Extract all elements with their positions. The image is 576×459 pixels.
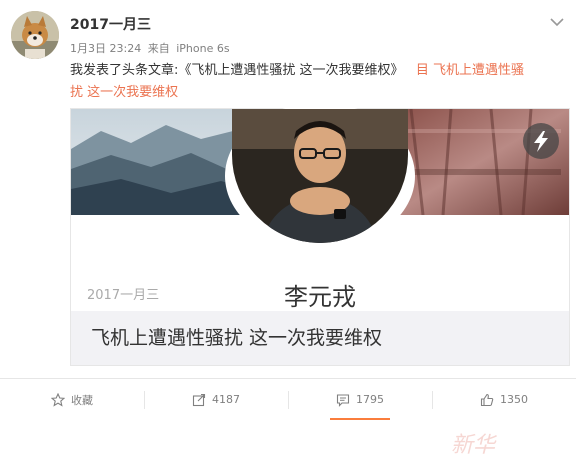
post-text: 我发表了头条文章:《飞机上遭遇性骚扰 这一次我要维权》 目 飞机上遭遇性骚扰 这… xyxy=(70,60,566,104)
favorite-label: 收藏 xyxy=(71,393,93,407)
source-prefix: 来自 xyxy=(147,42,170,55)
thumbs-up-icon xyxy=(480,393,494,406)
share-icon xyxy=(192,393,206,406)
article-card[interactable]: 李元戎 2017一月三 飞机上遭遇性骚扰 这一次我要维权 新华 xyxy=(70,103,570,458)
like-count: 1350 xyxy=(500,393,528,406)
share-button[interactable]: 4187 xyxy=(144,379,288,420)
comment-count: 1795 xyxy=(356,393,384,406)
username[interactable]: 2017一月三 xyxy=(70,14,151,34)
dog-avatar-image xyxy=(11,11,59,59)
card-date: 2017一月三 xyxy=(87,288,160,303)
star-icon xyxy=(51,392,65,407)
comment-button[interactable]: 1795 xyxy=(288,379,432,420)
favorite-button[interactable]: 收藏 xyxy=(0,379,144,420)
like-button[interactable]: 1350 xyxy=(432,379,576,420)
avatar[interactable] xyxy=(11,11,59,59)
share-count: 4187 xyxy=(212,393,240,406)
post-meta: 1月3日 23:24 来自 iPhone 6s xyxy=(70,40,233,56)
chevron-down-icon[interactable] xyxy=(550,12,564,27)
post-date[interactable]: 1月3日 23:24 xyxy=(70,42,141,55)
lightning-icon[interactable] xyxy=(523,123,559,159)
comment-icon xyxy=(336,393,350,407)
article-title[interactable]: 飞机上遭遇性骚扰 这一次我要维权 xyxy=(91,323,382,350)
action-bar: 收藏 4187 1795 1350 xyxy=(0,379,576,420)
watermark: 新华 xyxy=(451,433,496,458)
post-body: 我发表了头条文章:《飞机上遭遇性骚扰 这一次我要维权》 xyxy=(70,63,404,78)
article-link-label[interactable]: 目 飞机上遭遇性骚 xyxy=(416,63,524,78)
post-source[interactable]: iPhone 6s xyxy=(176,42,229,55)
article-link-label-2[interactable]: 扰 这一次我要维权 xyxy=(70,85,178,100)
